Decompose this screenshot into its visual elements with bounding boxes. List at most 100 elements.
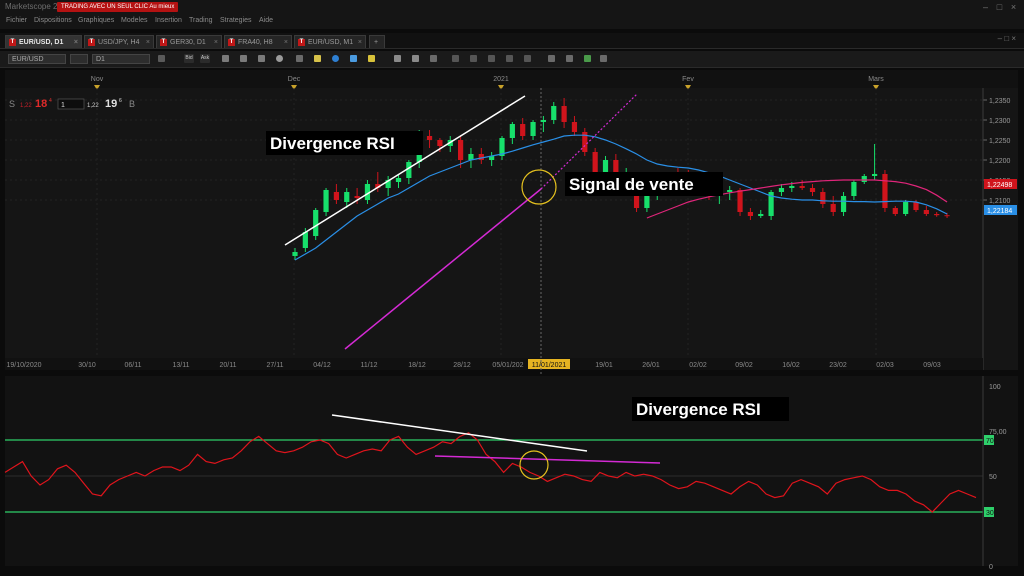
chart-type-select[interactable] [70,54,88,64]
tab-label: FRA40, H8 [238,39,273,46]
date-tick-label: 27/11 [267,362,284,369]
vline-tool-icon[interactable] [524,55,531,62]
close-tab-icon[interactable]: × [284,36,288,49]
chart-area[interactable]: Nov Dec 2021 Fev Mars 1,23501,23001,22501,22… [0,70,1024,576]
buy-pipette: 6 [119,98,122,104]
bid-button[interactable]: Bid [184,54,194,63]
indicator-icon[interactable] [584,55,591,62]
tab-ger30-d1[interactable]: T GER30, D1 × [156,35,222,48]
close-icon[interactable]: × [1009,3,1018,12]
close-tab-icon[interactable]: × [214,36,218,49]
rsi-tick-label: 100 [989,384,1001,391]
date-tick-label: 02/03 [876,362,894,369]
sell-price[interactable]: 18 [35,98,47,110]
template-icon[interactable] [600,55,607,62]
close-tab-icon[interactable]: × [146,36,150,49]
candles-icon[interactable] [158,55,165,62]
buy-price[interactable]: 19 [105,98,117,110]
arrow-tool-icon[interactable] [488,55,495,62]
menu-trading[interactable]: Trading [189,17,212,24]
line-tool-icon[interactable] [394,55,401,62]
candle [737,188,743,216]
price-tick-label: 1,2350 [989,98,1011,105]
date-tick-label: 02/02 [689,362,707,369]
lock-icon[interactable] [566,55,573,62]
menu-bar: Fichier Dispositions Graphiques Modeles … [0,16,1024,29]
rsi-axis-background [983,376,1018,566]
magnet-icon[interactable] [548,55,555,62]
menu-aide[interactable]: Aide [259,17,273,24]
divergence-label-rsi: Divergence RSI [632,397,789,421]
tab-label: EUR/USD, D1 [19,39,64,46]
buy-label: B [129,99,135,109]
symbol-select[interactable]: EUR/USD [8,54,66,64]
month-label: Mars [868,76,884,83]
chart-tab-icon: T [160,39,167,46]
tab-eurusd-m1[interactable]: T EUR/USD, M1 × [294,35,366,48]
tab-label: USD/JPY, H4 [98,39,140,46]
ma-price-label: 1,22184 [987,208,1012,215]
date-tick-label: 16/02 [782,362,800,369]
timeframe-select[interactable]: D1 [92,54,150,64]
tab-label: EUR/USD, M1 [308,39,354,46]
maximize-icon[interactable]: □ [995,3,1004,12]
menu-graphiques[interactable]: Graphiques [78,17,114,24]
menu-fichier[interactable]: Fichier [6,17,27,24]
tab-eurusd-d1[interactable]: T EUR/USD, D1 × [5,35,82,48]
pointer-icon[interactable] [276,55,283,62]
divergence-rsi-label-bottom: Divergence RSI [636,400,761,419]
fibonacci-icon[interactable] [430,55,437,62]
menu-dispositions[interactable]: Dispositions [34,17,72,24]
tab-usdjpy-h4[interactable]: T USD/JPY, H4 × [84,35,154,48]
chart-tab-bar: T EUR/USD, D1 × T USD/JPY, H4 × T GER30,… [0,33,1024,49]
ask-button[interactable]: Ask [200,54,210,63]
tab-label: GER30, D1 [170,39,206,46]
pencil-icon[interactable] [368,55,375,62]
price-tick-label: 1,2300 [989,118,1011,125]
shape-tool-icon[interactable] [452,55,459,62]
sell-prefix: 1,22 [20,103,32,109]
date-tick-label: 19/01 [595,362,613,369]
rsi-tick-label: 0 [989,564,993,571]
minimize-icon[interactable]: – [981,3,990,12]
signal-de-vente-label: Signal de vente [569,175,694,194]
chart-tab-icon: T [88,39,95,46]
divergence-label-top: Divergence RSI [266,131,423,155]
price-panel-background [5,88,983,370]
one-click-trading-badge[interactable]: TRADING AVEC UN SEUL CLIC Au mieux [57,2,179,12]
app-title: Marketscope 2.0 [5,2,65,11]
note-icon[interactable] [314,55,321,62]
menu-strategies[interactable]: Strategies [220,17,252,24]
new-tab-button[interactable]: + [369,35,385,48]
date-tick-label: 18/12 [408,362,426,369]
month-label: Dec [288,76,301,83]
zoom-in-icon[interactable] [240,55,247,62]
crosshair-icon[interactable] [222,55,229,62]
candle [582,128,588,156]
date-tick-label: 19/10/2020 [6,362,41,369]
menu-insertion[interactable]: Insertion [155,17,182,24]
month-label: 2021 [493,76,509,83]
lots-value: 1 [61,102,65,109]
date-tick-label: 23/02 [829,362,847,369]
hline-tool-icon[interactable] [506,55,513,62]
tab-fra40-h8[interactable]: T FRA40, H8 × [224,35,292,48]
settings-icon[interactable] [350,55,357,62]
zoom-out-icon[interactable] [258,55,265,62]
rsi-tick-label: 75,00 [989,429,1007,436]
close-tab-icon[interactable]: × [74,36,78,49]
close-tab-icon[interactable]: × [358,36,362,49]
panel-window-controls[interactable]: – □ × [998,34,1016,43]
menu-modeles[interactable]: Modeles [121,17,147,24]
buy-prefix: 1,22 [87,103,99,109]
date-tick-label: 11/12 [361,362,378,369]
date-tick-label: 26/01 [642,362,660,369]
candle [903,200,909,216]
date-tick-label: 13/11 [173,362,190,369]
month-label: Fev [682,76,694,83]
rsi-tick-label: 30 [986,510,994,517]
grid-icon[interactable] [296,55,303,62]
text-tool-icon[interactable] [470,55,477,62]
channel-tool-icon[interactable] [412,55,419,62]
globe-icon[interactable] [332,55,339,62]
